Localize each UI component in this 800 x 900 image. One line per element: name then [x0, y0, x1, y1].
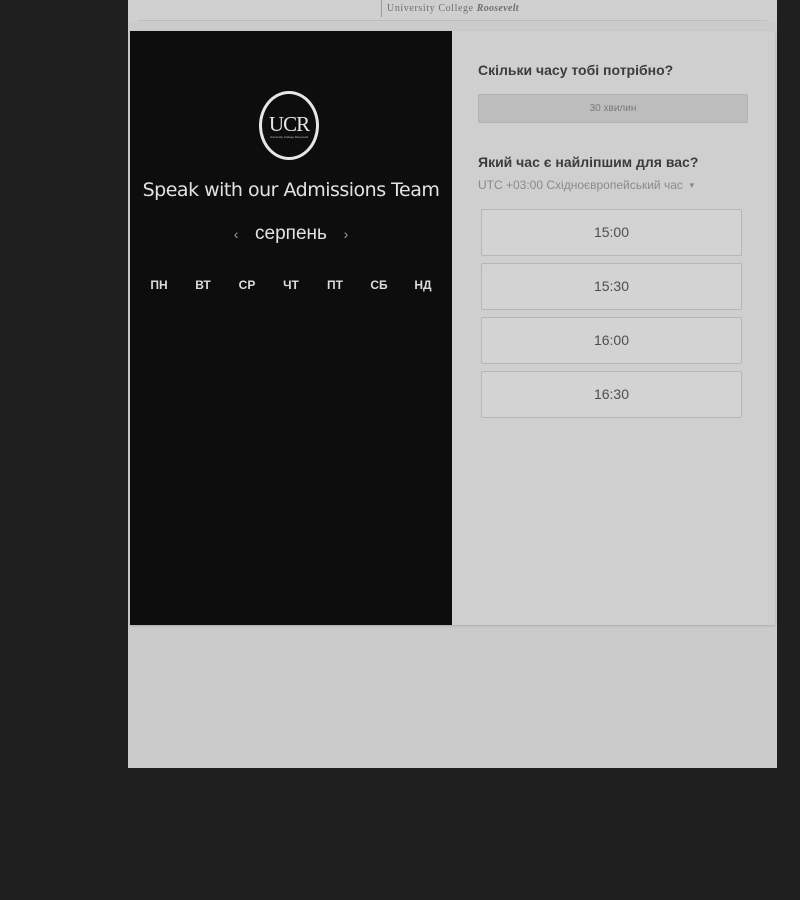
- scheduler-card: UCR University College Roosevelt Speak w…: [130, 31, 775, 625]
- calendar-panel: UCR University College Roosevelt Speak w…: [130, 31, 452, 625]
- weekday-label: СР: [238, 278, 256, 292]
- logo-subtext: University College Roosevelt: [269, 135, 309, 139]
- header-logo-text-bold: Roosevelt: [476, 3, 519, 14]
- header-divider: [138, 20, 767, 21]
- timezone-select[interactable]: UTC +03:00 Східноєвропейський час ▼: [478, 178, 696, 192]
- header-logo-text: University College: [387, 3, 474, 14]
- timezone-label: UTC +03:00 Східноєвропейський час: [478, 178, 683, 192]
- logo-letters: UCR: [268, 112, 310, 136]
- ucr-logo: UCR University College Roosevelt: [259, 91, 319, 160]
- weekday-header: ПН ВТ СР ЧТ ПТ СБ НД: [130, 278, 452, 292]
- header-strip: University College Roosevelt: [128, 0, 777, 22]
- header-logo: University College Roosevelt: [381, 0, 519, 17]
- weekday-label: ПТ: [327, 278, 343, 292]
- duration-select[interactable]: 30 хвилин: [478, 94, 748, 123]
- weekday-label: ВТ: [195, 278, 211, 292]
- time-slot-button[interactable]: 16:00: [481, 317, 742, 364]
- chevron-right-icon[interactable]: ›: [335, 226, 357, 242]
- caret-down-icon: ▼: [687, 181, 696, 190]
- time-question: Який час є найліпшим для вас?: [478, 154, 699, 170]
- chevron-left-icon[interactable]: ‹: [225, 226, 247, 242]
- weekday-label: ПН: [150, 278, 168, 292]
- weekday-label: СБ: [370, 278, 388, 292]
- weekday-label: НД: [414, 278, 432, 292]
- time-slot-button[interactable]: 15:00: [481, 209, 742, 256]
- duration-question: Скільки часу тобі потрібно?: [478, 62, 674, 78]
- panel-title: Speak with our Admissions Team: [142, 179, 440, 201]
- month-label: серпень: [255, 223, 327, 244]
- time-slot-button[interactable]: 15:30: [481, 263, 742, 310]
- booking-panel: Скільки часу тобі потрібно? 30 хвилин Як…: [452, 31, 775, 625]
- month-navigation: ‹ серпень ›: [130, 223, 452, 245]
- time-slot-button[interactable]: 16:30: [481, 371, 742, 418]
- weekday-label: ЧТ: [283, 278, 299, 292]
